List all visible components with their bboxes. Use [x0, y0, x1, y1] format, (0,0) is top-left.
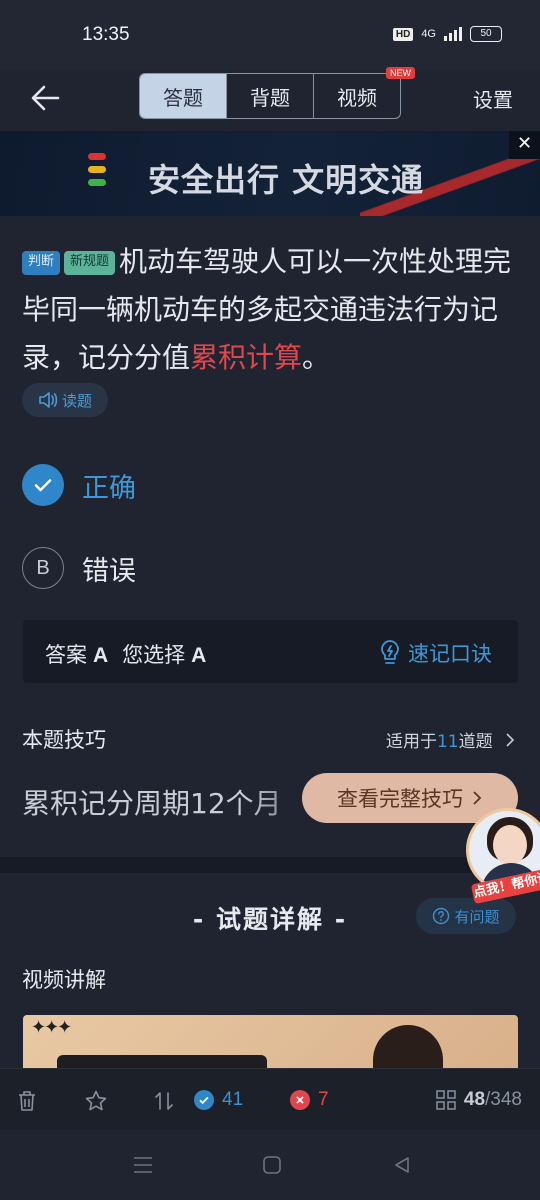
answer-bar: 答案 A 您选择 A 速记口诀 — [23, 620, 518, 683]
check-icon — [194, 1090, 214, 1110]
video-section-title: 视频讲解 — [22, 968, 106, 992]
system-nav-bar — [0, 1131, 540, 1200]
hd-icon: HD — [392, 27, 414, 41]
correct-count-value: 41 — [222, 1089, 244, 1110]
wrong-count-value: 7 — [318, 1089, 329, 1110]
help-circle-icon — [433, 907, 450, 925]
option-b-letter: B — [22, 547, 64, 589]
traffic-light-icon — [88, 153, 106, 186]
home-button[interactable] — [262, 1155, 282, 1179]
skill-title: 本题技巧 — [22, 728, 106, 752]
swap-icon — [155, 1092, 173, 1110]
answer-summary: 答案 A 您选择 A — [45, 639, 220, 669]
read-question-label: 读题 — [61, 391, 92, 410]
new-badge: NEW — [386, 67, 415, 79]
settings-button[interactable]: 设置 — [473, 84, 513, 113]
helper-avatar[interactable]: 点我！帮你讲 — [466, 808, 540, 912]
banner-text: 安全出行 文明交通 — [148, 161, 425, 199]
trash-icon — [19, 1091, 35, 1111]
status-bar: 13:35 HD 4G 50 — [0, 0, 540, 70]
view-full-skill-label: 查看完整技巧 — [337, 787, 463, 811]
skill-apply-count: 11 — [436, 732, 459, 752]
status-icons: HD 4G 50 — [392, 26, 502, 42]
wrong-count[interactable]: 7 — [290, 1089, 329, 1111]
check-icon — [22, 464, 64, 506]
delete-button[interactable] — [16, 1089, 38, 1113]
avatar-face — [493, 825, 527, 865]
correct-count[interactable]: 41 — [194, 1089, 243, 1111]
signal-icon — [444, 27, 462, 41]
menu-icon — [134, 1157, 152, 1173]
mnemonic-label: 速记口诀 — [408, 642, 492, 666]
answer-value: A — [93, 644, 109, 667]
progress-total: /348 — [485, 1089, 522, 1110]
bottom-toolbar: 41 7 48/348 — [0, 1068, 540, 1130]
home-square-icon — [263, 1156, 281, 1174]
option-b[interactable]: B 错误 — [22, 547, 136, 589]
skill-apply-link[interactable]: 适用于11道题 — [386, 727, 516, 752]
skill-text: 累积记分周期12个月 — [22, 787, 282, 820]
arrow-left-icon — [31, 85, 60, 111]
banner-ad[interactable]: 安全出行 文明交通 — [0, 131, 540, 216]
favorite-button[interactable] — [84, 1089, 108, 1113]
chosen-value: A — [191, 644, 207, 667]
cross-icon — [290, 1090, 310, 1110]
back-button[interactable] — [26, 78, 66, 118]
skill-apply-prefix: 适用于 — [385, 732, 437, 752]
menu-button[interactable] — [132, 1155, 154, 1179]
tab-answer[interactable]: 答题 — [140, 74, 227, 118]
battery-icon: 50 — [470, 26, 502, 42]
grid-icon — [436, 1090, 456, 1110]
tag-judge: 判断 — [22, 251, 61, 275]
chevron-right-icon — [506, 733, 515, 747]
option-a[interactable]: 正确 — [22, 464, 136, 506]
option-a-text: 正确 — [82, 472, 136, 504]
question-highlight: 累积计算 — [190, 341, 303, 374]
mode-tabs: 答题 背题 视频 — [139, 73, 401, 119]
skill-apply-suffix: 道题 — [458, 732, 493, 752]
progress-current: 48 — [463, 1089, 486, 1110]
close-ad-button[interactable]: ✕ — [509, 131, 540, 159]
network-type: 4G — [421, 28, 436, 40]
status-time: 13:35 — [82, 24, 130, 45]
video-thumbnail[interactable]: ✦✦✦ — [23, 1015, 518, 1075]
lightbulb-icon — [381, 640, 399, 664]
speaker-icon — [39, 392, 58, 408]
option-b-text: 错误 — [82, 555, 136, 587]
sparkle-icon: ✦✦✦ — [31, 1017, 72, 1038]
question-text: 判断 新规题 机动车驾驶人可以一次性处理完毕同一辆机动车的多起交通违法行为记录，记分… — [22, 238, 522, 382]
chosen-label: 您选择 — [122, 643, 186, 667]
tag-new-rule: 新规题 — [64, 251, 116, 275]
mnemonic-button[interactable]: 速记口诀 — [378, 638, 492, 668]
switch-button[interactable] — [152, 1089, 176, 1113]
read-question-button[interactable]: 读题 — [22, 383, 108, 417]
triangle-back-icon — [395, 1157, 409, 1173]
tab-video[interactable]: 视频 — [314, 74, 400, 118]
answer-label: 答案 — [45, 643, 87, 667]
question-progress[interactable]: 48/348 — [436, 1089, 522, 1111]
system-back-button[interactable] — [392, 1155, 412, 1179]
tab-memorize[interactable]: 背题 — [227, 74, 314, 118]
star-icon — [85, 1090, 107, 1111]
question-end: 。 — [302, 341, 331, 374]
chevron-right-icon — [473, 791, 482, 805]
section-divider — [0, 857, 540, 873]
